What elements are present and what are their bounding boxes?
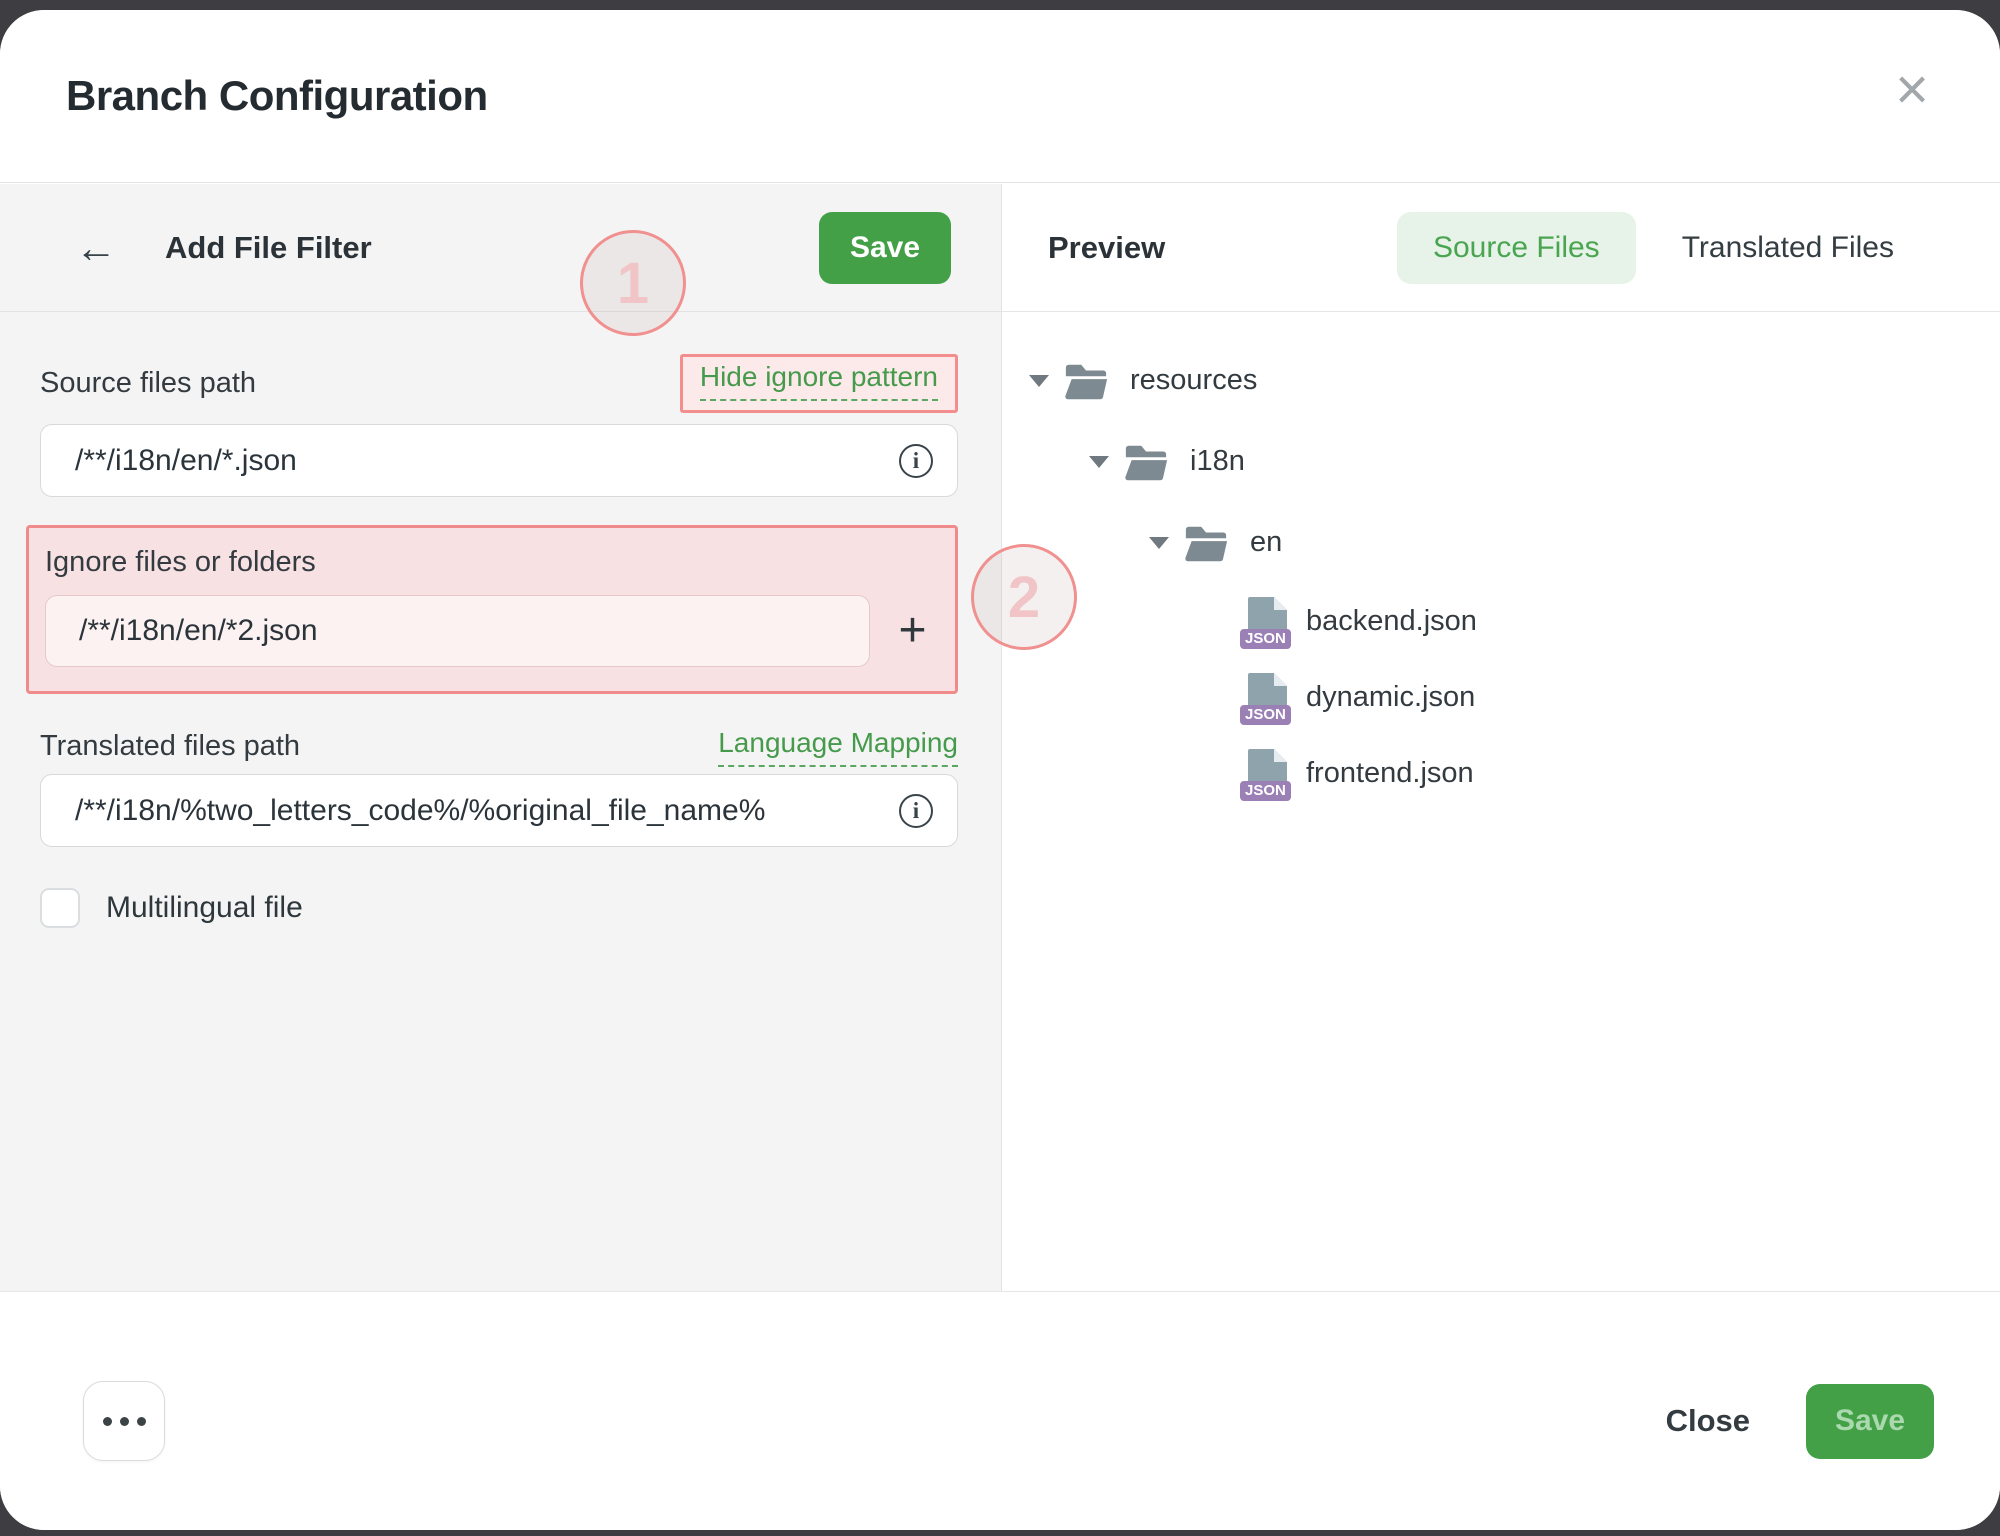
folder-icon — [1183, 523, 1229, 563]
json-file-icon: JSON — [1246, 595, 1290, 647]
file-filter-title: Add File Filter — [165, 230, 372, 266]
back-arrow-icon[interactable]: ← — [75, 227, 117, 269]
add-ignore-pattern-icon[interactable]: + — [870, 607, 955, 655]
tab-source-files[interactable]: Source Files — [1397, 212, 1636, 284]
dot-icon — [103, 1417, 112, 1426]
folder-icon — [1123, 442, 1169, 482]
hide-ignore-highlight: Hide ignore pattern — [680, 354, 958, 413]
file-filter-panel: ← Add File Filter Save Source files path… — [0, 184, 1002, 1292]
source-path-input[interactable]: /**/i18n/en/*.json i — [40, 424, 958, 497]
ignore-pattern-value: /**/i18n/en/*2.json — [79, 614, 849, 648]
translated-path-row: Translated files path Language Mapping — [40, 719, 958, 774]
tree-item-label: resources — [1130, 364, 1257, 397]
info-icon[interactable]: i — [899, 444, 933, 478]
chevron-down-icon[interactable] — [1029, 375, 1049, 387]
preview-header: Preview Source Files Translated Files — [1002, 184, 2000, 312]
dot-icon — [120, 1417, 129, 1426]
source-path-row: Source files path Hide ignore pattern — [40, 354, 958, 413]
preview-title: Preview — [1048, 230, 1165, 266]
tree-item-label: en — [1250, 526, 1282, 559]
preview-panel: Preview Source Files Translated Files re… — [1002, 184, 2000, 1292]
file-tree: resources i18n en — [1002, 312, 2000, 811]
screen: Branch Configuration × ← Add File Filter… — [0, 0, 2000, 1536]
json-badge: JSON — [1240, 705, 1291, 726]
footer-actions: Close Save — [1666, 1384, 1934, 1459]
tree-item-label: backend.json — [1306, 605, 1477, 638]
tree-item-frontend-json[interactable]: JSON frontend.json — [1002, 735, 2000, 811]
save-button[interactable]: Save — [1806, 1384, 1934, 1459]
tree-item-i18n[interactable]: i18n — [1002, 421, 2000, 502]
tree-item-label: i18n — [1190, 445, 1245, 478]
tree-item-dynamic-json[interactable]: JSON dynamic.json — [1002, 659, 2000, 735]
dialog-content: ← Add File Filter Save Source files path… — [0, 184, 2000, 1292]
dialog-titlebar: Branch Configuration × — [0, 10, 2000, 183]
multilingual-row: Multilingual file — [40, 888, 958, 928]
branch-configuration-dialog: Branch Configuration × ← Add File Filter… — [0, 10, 2000, 1530]
json-file-icon: JSON — [1246, 747, 1290, 799]
source-path-value: /**/i18n/en/*.json — [75, 444, 883, 478]
source-path-label: Source files path — [40, 367, 256, 400]
hide-ignore-pattern-link[interactable]: Hide ignore pattern — [700, 361, 938, 401]
json-badge: JSON — [1240, 781, 1291, 802]
tree-item-backend-json[interactable]: JSON backend.json — [1002, 583, 2000, 659]
ignore-input-row: /**/i18n/en/*2.json + — [45, 595, 955, 667]
info-icon[interactable]: i — [899, 794, 933, 828]
tree-item-label: frontend.json — [1306, 757, 1474, 790]
tab-translated-files[interactable]: Translated Files — [1646, 212, 1930, 284]
tree-item-en[interactable]: en — [1002, 502, 2000, 583]
save-filter-button[interactable]: Save — [819, 212, 951, 284]
ignore-files-label: Ignore files or folders — [45, 546, 955, 579]
ignore-pattern-input[interactable]: /**/i18n/en/*2.json — [45, 595, 870, 667]
translated-path-input[interactable]: /**/i18n/%two_letters_code%/%original_fi… — [40, 774, 958, 847]
translated-path-label: Translated files path — [40, 730, 300, 763]
close-icon[interactable]: × — [1882, 60, 1942, 120]
json-badge: JSON — [1240, 629, 1291, 650]
close-button[interactable]: Close — [1666, 1403, 1750, 1439]
more-options-button[interactable] — [83, 1381, 165, 1461]
preview-tabs: Source Files Translated Files — [1397, 212, 1930, 284]
file-filter-header: ← Add File Filter Save — [0, 184, 1001, 312]
multilingual-checkbox[interactable] — [40, 888, 80, 928]
dialog-title: Branch Configuration — [66, 72, 488, 120]
ignore-pattern-highlight: Ignore files or folders /**/i18n/en/*2.j… — [26, 525, 958, 694]
folder-icon — [1063, 361, 1109, 401]
dialog-footer: Close Save — [0, 1291, 2000, 1530]
translated-path-value: /**/i18n/%two_letters_code%/%original_fi… — [75, 794, 883, 828]
tree-item-resources[interactable]: resources — [1002, 340, 2000, 421]
language-mapping-link[interactable]: Language Mapping — [718, 727, 958, 767]
multilingual-label: Multilingual file — [106, 891, 303, 925]
file-filter-form: Source files path Hide ignore pattern /*… — [0, 354, 1001, 928]
chevron-down-icon[interactable] — [1089, 456, 1109, 468]
json-file-icon: JSON — [1246, 671, 1290, 723]
dot-icon — [137, 1417, 146, 1426]
chevron-down-icon[interactable] — [1149, 537, 1169, 549]
tree-item-label: dynamic.json — [1306, 681, 1475, 714]
